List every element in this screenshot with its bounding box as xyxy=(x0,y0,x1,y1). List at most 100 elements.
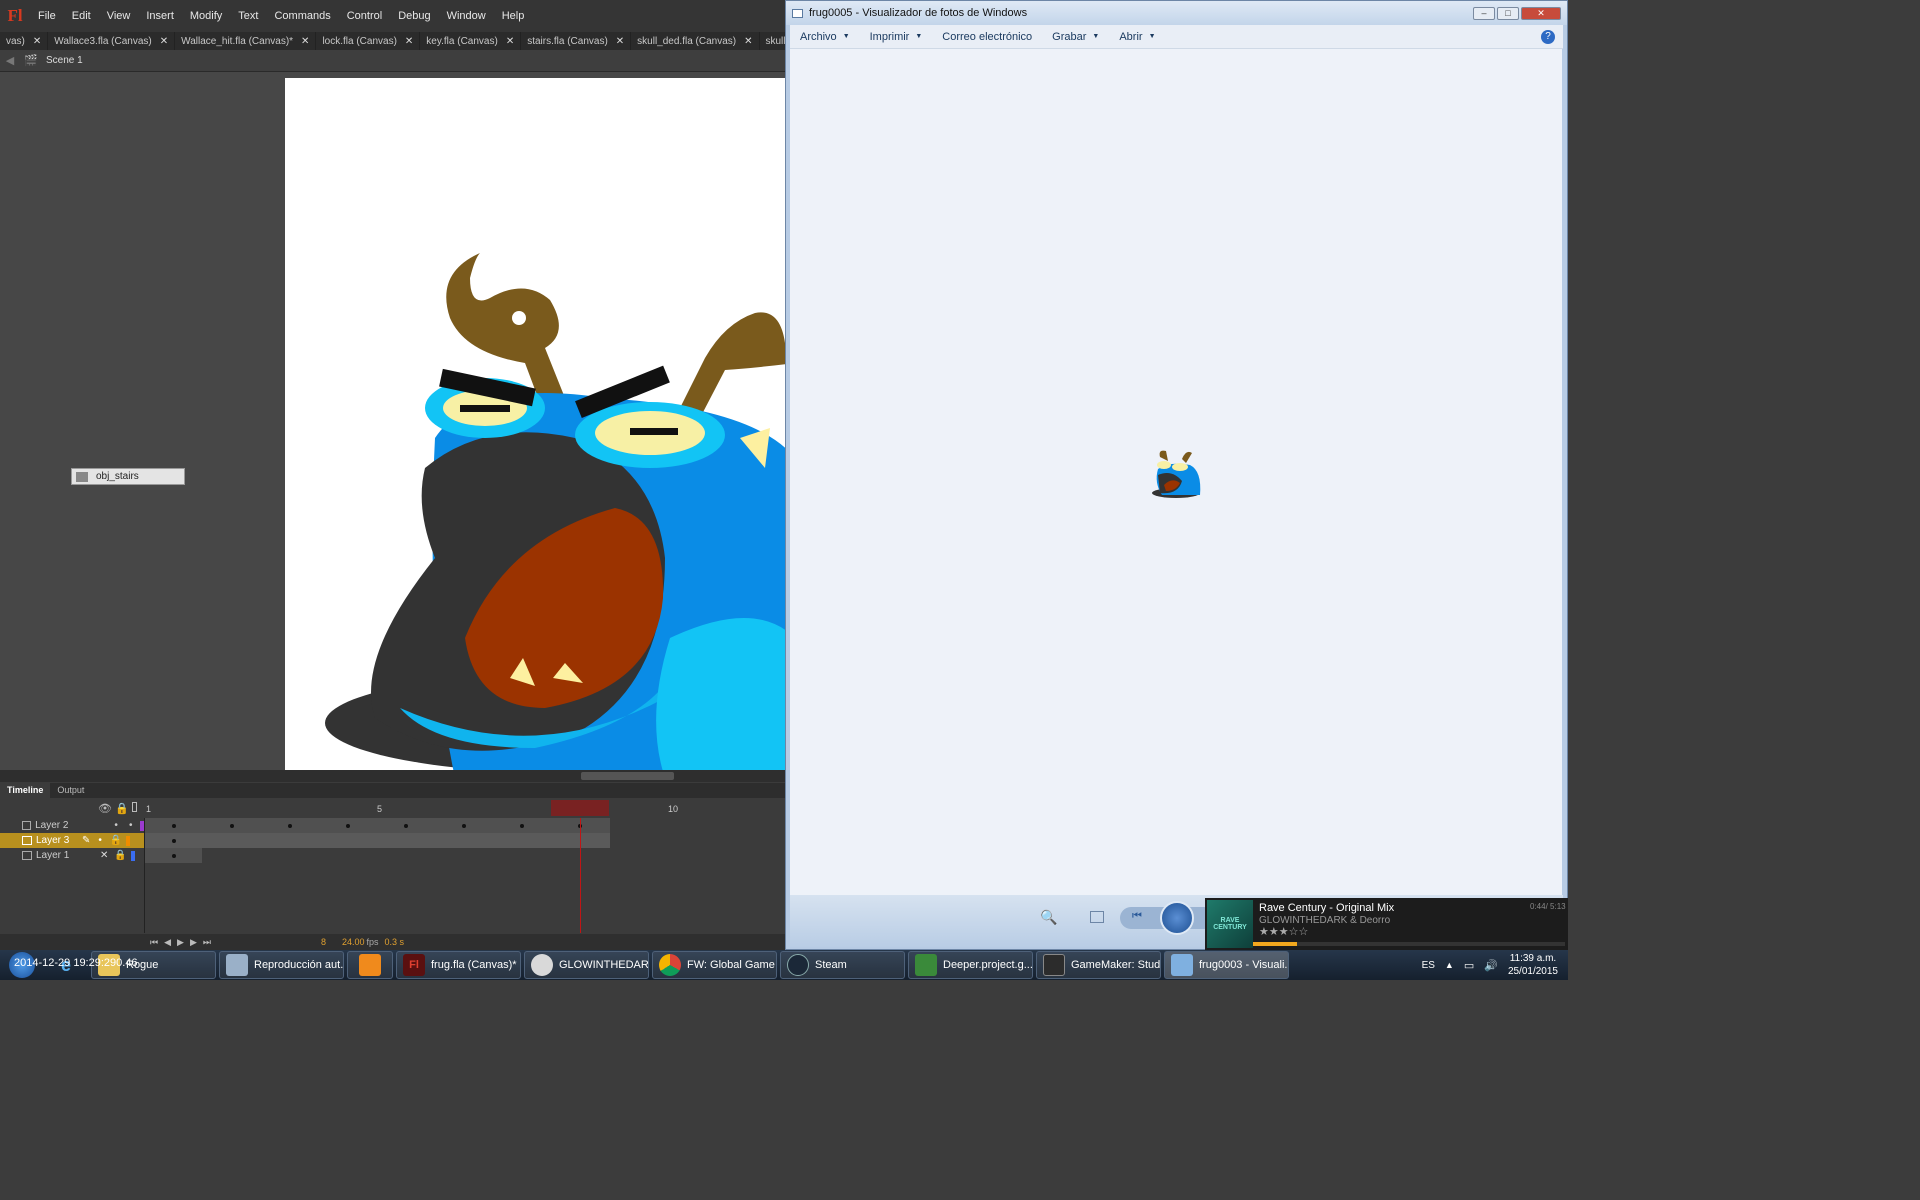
close-icon[interactable]: ✕ xyxy=(616,36,624,47)
clock[interactable]: 11:39 a.m. 25/01/2015 xyxy=(1508,952,1558,978)
current-frame[interactable]: 8 xyxy=(321,937,326,947)
tab-output[interactable]: Output xyxy=(50,783,91,798)
image-canvas[interactable] xyxy=(790,49,1562,895)
menu-window[interactable]: Window xyxy=(439,10,494,22)
keyframe[interactable] xyxy=(230,824,234,828)
frame-strip[interactable] xyxy=(145,833,610,848)
step-back-icon[interactable]: ◀ xyxy=(164,937,171,948)
stage-area[interactable]: obj_stairs xyxy=(0,72,786,770)
layer-color[interactable] xyxy=(126,835,131,846)
doc-tab[interactable]: skull_ded.fla (Canvas) ✕ xyxy=(631,32,760,50)
menu-text[interactable]: Text xyxy=(230,10,266,22)
close-icon[interactable]: ✕ xyxy=(744,36,752,47)
keyframe[interactable] xyxy=(172,824,176,828)
taskbar-item[interactable]: Steam xyxy=(780,951,905,979)
eye-icon[interactable]: 👁 xyxy=(98,802,112,815)
show-hidden-icon[interactable]: ▲ xyxy=(1445,960,1454,970)
dot-icon[interactable]: • xyxy=(114,820,118,831)
fps-value[interactable]: 24.00 xyxy=(342,937,365,947)
layer-row[interactable]: Layer 3 ✎ • 🔒 xyxy=(0,833,144,848)
doc-tab[interactable]: lock.fla (Canvas) ✕ xyxy=(316,32,421,50)
menu-archivo[interactable]: Archivo ▼ xyxy=(790,31,860,43)
dot-icon[interactable]: • xyxy=(98,835,102,846)
menu-modify[interactable]: Modify xyxy=(182,10,230,22)
doc-tab[interactable]: key.fla (Canvas) ✕ xyxy=(420,32,522,50)
keyframe[interactable] xyxy=(346,824,350,828)
previous-icon[interactable]: ⏮ xyxy=(1132,910,1142,923)
lock-icon[interactable]: 🔒 xyxy=(115,802,129,815)
keyframe[interactable] xyxy=(462,824,466,828)
keyframe[interactable] xyxy=(288,824,292,828)
lock-icon[interactable]: 🔒 xyxy=(114,850,126,861)
taskbar-item[interactable]: GLOWINTHEDAR... xyxy=(524,951,649,979)
menu-imprimir[interactable]: Imprimir ▼ xyxy=(860,31,933,43)
step-forward-icon[interactable]: ▶ xyxy=(190,937,197,948)
doc-tab[interactable]: Wallace3.fla (Canvas) ✕ xyxy=(48,32,176,50)
menu-file[interactable]: File xyxy=(30,10,64,22)
time-value[interactable]: 0.3 s xyxy=(385,937,405,947)
taskbar-item-active[interactable]: frug0003 - Visuali... xyxy=(1164,951,1289,979)
keyframe[interactable] xyxy=(520,824,524,828)
close-icon[interactable]: ✕ xyxy=(160,36,168,47)
doc-tab[interactable]: skull.fla (Canvas xyxy=(760,32,787,50)
album-art[interactable]: RAVE CENTURY xyxy=(1207,900,1253,948)
doc-tab[interactable]: stairs.fla (Canvas) ✕ xyxy=(521,32,632,50)
menu-control[interactable]: Control xyxy=(339,10,390,22)
taskbar-item[interactable]: Deeper.project.g... xyxy=(908,951,1033,979)
network-icon[interactable]: ▭ xyxy=(1464,959,1474,972)
layer-color[interactable] xyxy=(130,850,135,861)
taskbar-item[interactable] xyxy=(347,951,393,979)
doc-tab[interactable]: Wallace_hit.fla (Canvas)* ✕ xyxy=(175,32,317,50)
taskbar-item[interactable]: GameMaker: Studio xyxy=(1036,951,1161,979)
menu-grabar[interactable]: Grabar ▼ xyxy=(1042,31,1109,43)
horizontal-scrollbar[interactable] xyxy=(0,770,786,782)
dot-icon[interactable]: • xyxy=(129,820,133,831)
lock-icon[interactable]: 🔒 xyxy=(110,835,122,846)
menu-edit[interactable]: Edit xyxy=(64,10,99,22)
stage-canvas[interactable] xyxy=(285,78,786,770)
menu-abrir[interactable]: Abrir ▼ xyxy=(1109,31,1165,43)
volume-icon[interactable]: 🔊 xyxy=(1484,959,1498,972)
playhead-marker[interactable] xyxy=(551,800,609,816)
object-label[interactable]: obj_stairs xyxy=(71,468,185,485)
maximize-button[interactable]: □ xyxy=(1497,6,1519,20)
keyframe[interactable] xyxy=(172,854,176,858)
tab-timeline[interactable]: Timeline xyxy=(0,783,51,798)
zoom-icon[interactable]: 🔍 xyxy=(1040,909,1057,926)
taskbar-item[interactable]: FW: Global Game ... xyxy=(652,951,777,979)
slideshow-button[interactable] xyxy=(1160,901,1194,935)
close-icon[interactable]: ✕ xyxy=(405,36,413,47)
menu-debug[interactable]: Debug xyxy=(390,10,438,22)
layer-row[interactable]: Layer 2 • • xyxy=(0,818,144,833)
last-frame-icon[interactable]: ⏭ xyxy=(203,937,211,948)
hidden-x-icon[interactable]: ✕ xyxy=(100,850,108,861)
keyframe[interactable] xyxy=(172,839,176,843)
menu-insert[interactable]: Insert xyxy=(138,10,182,22)
back-arrow-icon[interactable]: ◀ xyxy=(0,54,20,67)
close-icon[interactable]: ✕ xyxy=(33,36,41,47)
outline-icon[interactable] xyxy=(132,802,137,812)
progress-bar[interactable] xyxy=(1253,942,1565,946)
frame-strip[interactable] xyxy=(145,848,202,863)
fit-window-icon[interactable] xyxy=(1090,911,1104,923)
first-frame-icon[interactable]: ⏮ xyxy=(150,937,158,948)
help-icon[interactable]: ? xyxy=(1541,29,1555,44)
close-icon[interactable]: ✕ xyxy=(506,36,514,47)
play-icon[interactable]: ▶ xyxy=(177,937,184,948)
frame-strip[interactable] xyxy=(145,818,610,833)
menu-help[interactable]: Help xyxy=(494,10,533,22)
menu-commands[interactable]: Commands xyxy=(266,10,338,22)
menu-correo[interactable]: Correo electrónico xyxy=(932,31,1042,43)
rating-stars[interactable]: ★★★☆☆ xyxy=(1259,925,1308,938)
keyframe[interactable] xyxy=(404,824,408,828)
doc-tab[interactable]: vas) ✕ xyxy=(0,32,49,50)
scrollbar-thumb[interactable] xyxy=(581,772,674,780)
layer-row[interactable]: Layer 1 ✕ 🔒 xyxy=(0,848,144,863)
taskbar-item[interactable]: Fl frug.fla (Canvas)* xyxy=(396,951,521,979)
close-button[interactable]: ✕ xyxy=(1521,6,1561,20)
taskbar-item[interactable]: Reproducción aut... xyxy=(219,951,344,979)
close-icon[interactable]: ✕ xyxy=(301,36,309,47)
language-indicator[interactable]: ES xyxy=(1422,960,1435,971)
menu-view[interactable]: View xyxy=(99,10,139,22)
minimize-button[interactable]: – xyxy=(1473,6,1495,20)
